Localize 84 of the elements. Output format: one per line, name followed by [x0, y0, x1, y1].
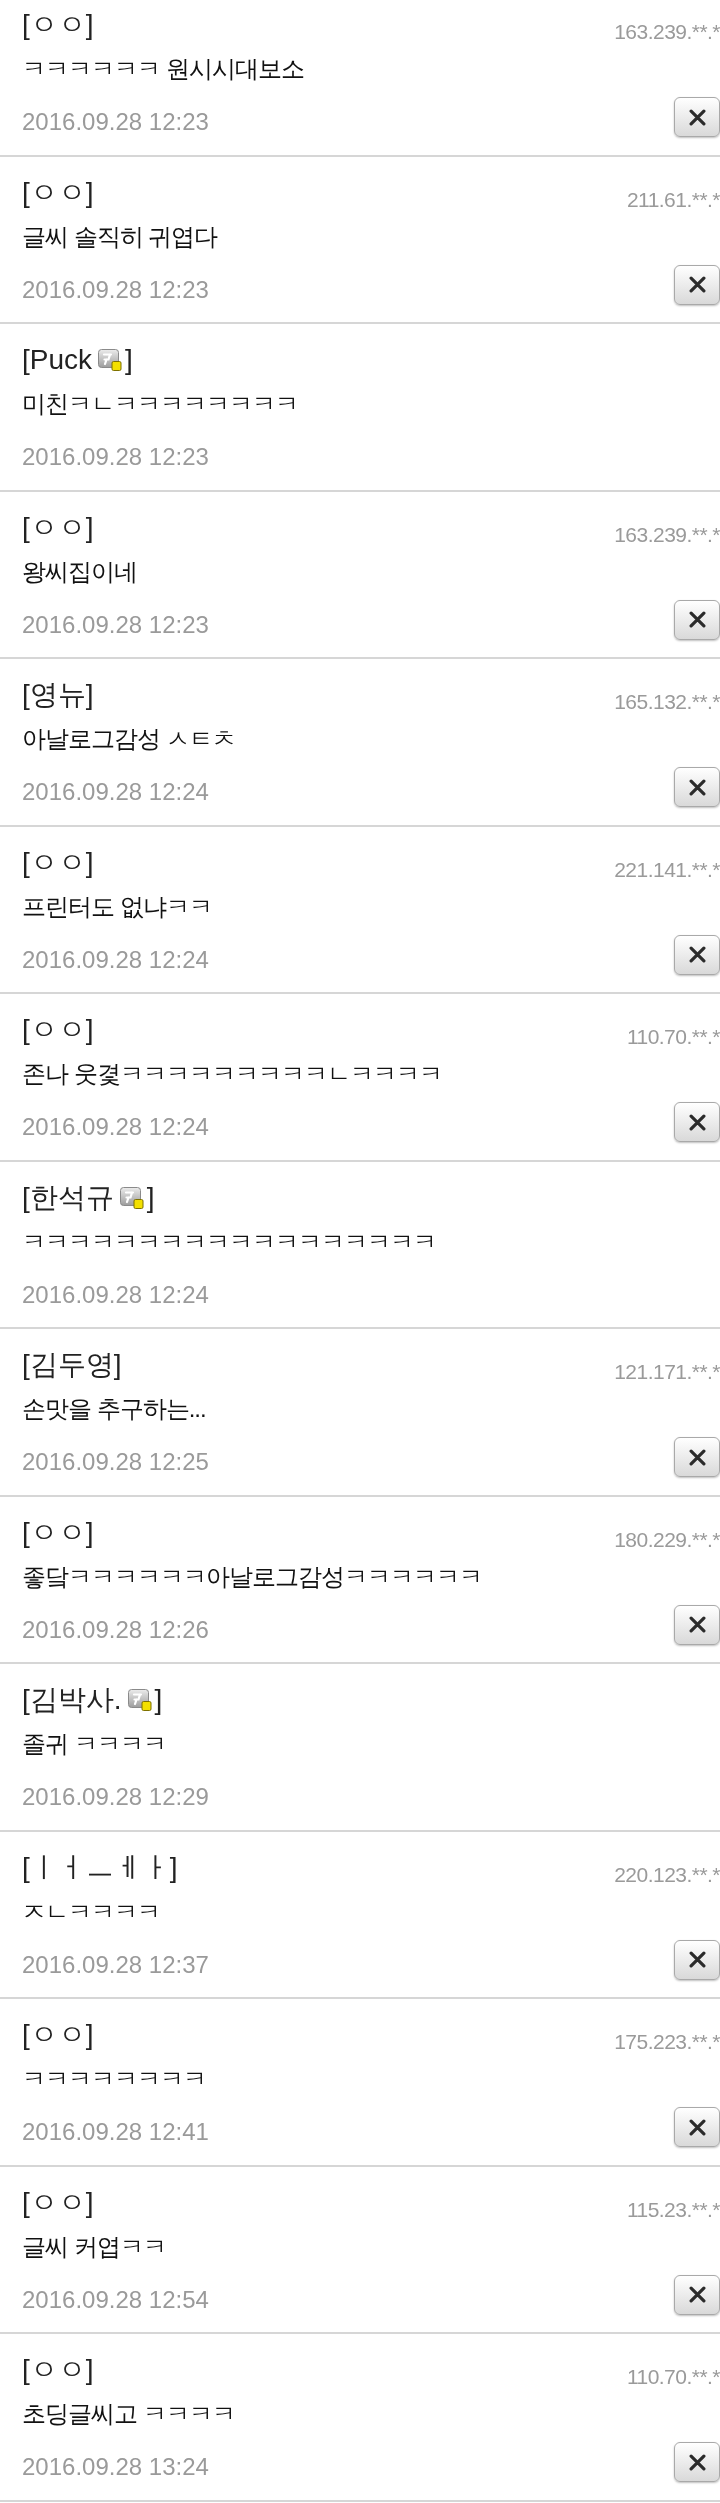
- ip-address: 180.229.**.*: [614, 1527, 720, 1552]
- close-icon: [688, 1616, 706, 1633]
- comment-date: 2016.09.28 12:24: [22, 1112, 209, 1142]
- close-icon: [688, 778, 706, 796]
- author-name[interactable]: [ㅣㅓㅡㅔㅏ]: [22, 1849, 178, 1886]
- comment-date: 2016.09.28 13:24: [22, 2452, 209, 2482]
- ip-address: 211.61.**.*: [626, 187, 720, 212]
- comment-date: 2016.09.28 12:29: [22, 1782, 209, 1812]
- close-icon: [688, 946, 706, 963]
- close-icon: [688, 276, 706, 293]
- comment-date: 2016.09.28 12:37: [22, 1949, 209, 1980]
- comment-text: ㅋㅋㅋㅋㅋㅋㅋㅋ: [22, 2064, 206, 2094]
- close-icon: [688, 1951, 706, 1968]
- close-icon: [688, 1448, 706, 1466]
- ip-address: 110.70.**.*: [626, 1025, 720, 1049]
- comment-text: 미친ㅋㄴㅋㅋㅋㅋㅋㅋㅋㅋ: [22, 389, 298, 419]
- ip-address: 121.171.**.*: [614, 1360, 720, 1384]
- author-name[interactable]: [한석규: [22, 1179, 114, 1216]
- close-icon: [688, 2453, 706, 2471]
- close-icon: [688, 611, 706, 628]
- delete-button[interactable]: [674, 2442, 720, 2482]
- close-icon: [688, 2286, 706, 2303]
- author-name[interactable]: [영뉴]: [22, 677, 94, 713]
- delete-button[interactable]: [674, 599, 720, 640]
- author-name[interactable]: [ㅇㅇ]: [22, 844, 94, 881]
- comment-text: 아날로그감성 ㅅㅌㅊ: [22, 724, 235, 754]
- comment-date: 2016.09.28 12:41: [22, 2117, 209, 2147]
- comment-date: 2016.09.28 12:24: [22, 944, 209, 975]
- ip-address: 165.132.**.*: [614, 690, 720, 714]
- comment-text: ㅋㅋㅋㅋㅋㅋㅋㅋㅋㅋㅋㅋㅋㅋㅋㅋㅋㅋ: [22, 1226, 436, 1257]
- delete-button[interactable]: [674, 767, 720, 807]
- comment-date: 2016.09.28 12:25: [22, 1447, 209, 1477]
- ip-address: 220.123.**.*: [614, 1862, 720, 1887]
- ip-address: 115.23.**.*: [626, 2197, 720, 2222]
- delete-button[interactable]: [674, 1939, 720, 1980]
- comment-text: 존나 웃겿ㅋㅋㅋㅋㅋㅋㅋㅋㅋㄴㅋㅋㅋㅋ: [22, 1059, 442, 1089]
- ip-address: 163.239.**.*: [614, 20, 720, 44]
- delete-button[interactable]: [674, 1102, 720, 1142]
- comment-text: 좋닼ㅋㅋㅋㅋㅋㅋ아날로그감성ㅋㅋㅋㅋㅋㅋ: [22, 1561, 482, 1592]
- delete-button[interactable]: [674, 2274, 720, 2315]
- comment-text: 졸귀 ㅋㅋㅋㅋ: [22, 1729, 166, 1759]
- delete-button[interactable]: [674, 934, 720, 975]
- comment-date: 2016.09.28 12:24: [22, 1279, 209, 1310]
- author-name[interactable]: [김두영]: [22, 1347, 122, 1383]
- close-icon: [688, 1113, 706, 1131]
- comment-date: 2016.09.28 12:26: [22, 1614, 209, 1645]
- comment-date: 2016.09.28 12:24: [22, 777, 209, 807]
- delete-button[interactable]: [674, 1604, 720, 1645]
- ip-address: 110.70.**.*: [626, 2365, 720, 2389]
- author-name[interactable]: [ㅇㅇ]: [22, 2017, 94, 2053]
- comment-date: 2016.09.28 12:23: [22, 107, 209, 137]
- author-name[interactable]: [ㅇㅇ]: [22, 2184, 94, 2221]
- author-name[interactable]: [ㅇㅇ]: [22, 174, 94, 211]
- comment-text: 초딩글씨고 ㅋㅋㅋㅋ: [22, 2399, 235, 2429]
- comment-text: 프린터도 없냐ㅋㅋ: [22, 891, 212, 922]
- comment-text: 글씨 솔직히 귀엽다: [22, 221, 218, 252]
- author-name[interactable]: [ㅇㅇ]: [22, 7, 94, 43]
- author-name[interactable]: [ㅇㅇ]: [22, 1514, 94, 1551]
- comment-text: 손맛을 추구하는...: [22, 1394, 206, 1424]
- comment-text: ㅋㅋㅋㅋㅋㅋ 원시시대보소: [22, 54, 304, 84]
- comment-date: 2016.09.28 12:54: [22, 2284, 209, 2315]
- author-name[interactable]: [ㅇㅇ]: [22, 1012, 94, 1048]
- delete-button[interactable]: [674, 97, 720, 137]
- closing-bracket: ]: [146, 1180, 155, 1215]
- author-name[interactable]: [김박사.: [22, 1682, 122, 1718]
- delete-button[interactable]: [674, 264, 720, 305]
- comment-text: 글씨 커엽ㅋㅋ: [22, 2231, 166, 2262]
- comment-date: 2016.09.28 12:23: [22, 442, 209, 472]
- close-icon: [688, 2118, 706, 2136]
- closing-bracket: ]: [125, 343, 133, 377]
- delete-button[interactable]: [674, 2107, 720, 2147]
- author-name[interactable]: [ㅇㅇ]: [22, 2352, 94, 2388]
- author-name[interactable]: [Puck: [22, 342, 93, 378]
- close-icon: [688, 108, 706, 126]
- comment-text: 왕씨집이네: [22, 556, 137, 587]
- delete-button[interactable]: [674, 1437, 720, 1477]
- comment-date: 2016.09.28 12:23: [22, 609, 209, 640]
- comment-text: ㅈㄴㅋㅋㅋㅋ: [22, 1896, 160, 1927]
- comment-date: 2016.09.28 12:23: [22, 274, 209, 305]
- closing-bracket: ]: [154, 1683, 163, 1717]
- ip-address: 221.141.**.*: [614, 857, 720, 882]
- author-name[interactable]: [ㅇㅇ]: [22, 509, 94, 546]
- ip-address: 175.223.**.*: [614, 2030, 720, 2054]
- ip-address: 163.239.**.*: [614, 522, 720, 547]
